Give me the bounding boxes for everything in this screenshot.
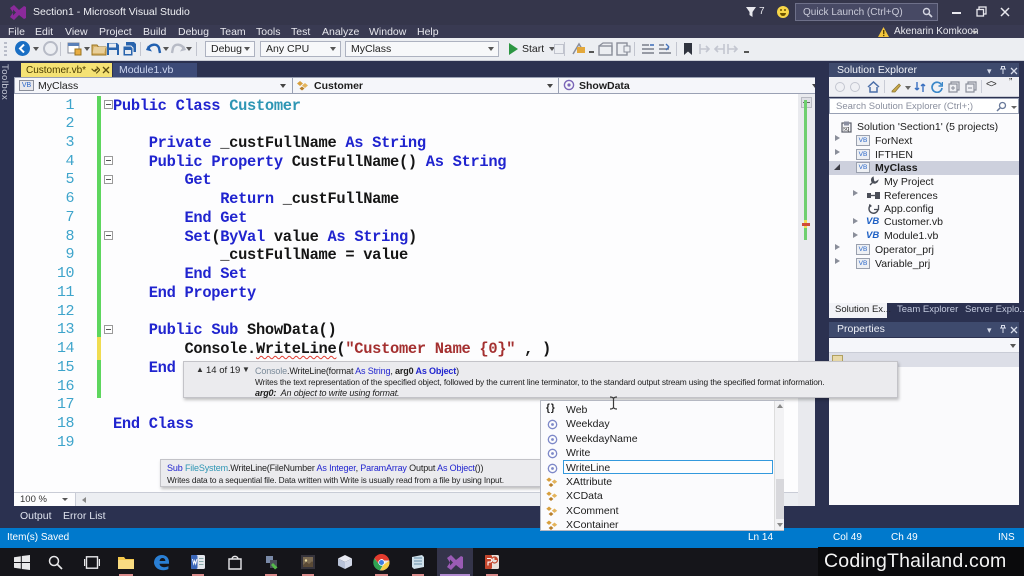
svg-text:sq: sq: [843, 127, 849, 133]
